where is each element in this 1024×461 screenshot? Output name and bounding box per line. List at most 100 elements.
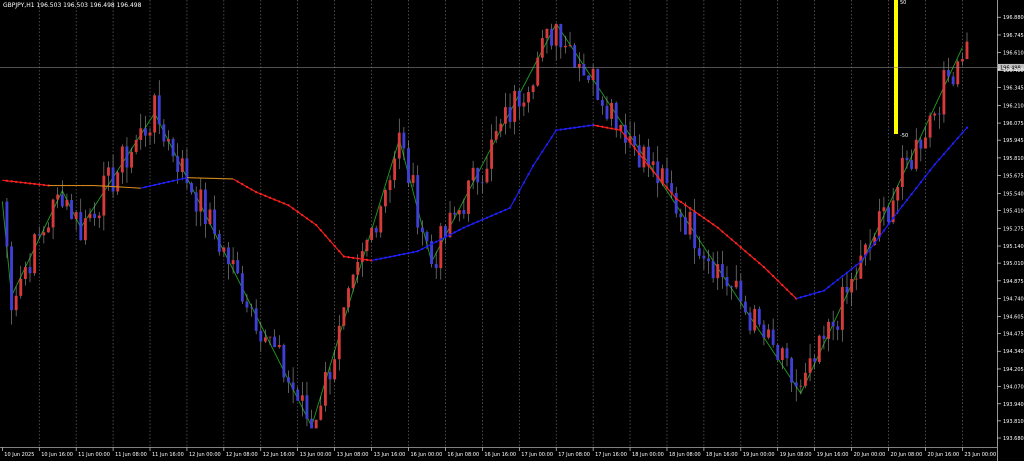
time-tick-label: 16 Jun 08:00	[447, 452, 479, 458]
candle-body	[905, 157, 909, 161]
candle-body	[203, 189, 207, 225]
candle-body	[185, 158, 189, 184]
candle-body	[448, 212, 452, 237]
candle-body	[633, 136, 637, 146]
candle-body	[10, 246, 13, 311]
candle-body	[748, 312, 752, 331]
time-tick-label: 17 Jun 00:00	[521, 452, 553, 458]
price-tick-label: 193.810	[1003, 419, 1024, 425]
candle-body	[697, 248, 701, 256]
candle-body	[356, 262, 360, 275]
candle-body	[854, 278, 858, 280]
candle-body	[457, 210, 461, 215]
candle-body	[850, 278, 854, 293]
indicator-top-label: 50	[900, 0, 906, 6]
time-tick-label: 12 Jun 08:00	[226, 452, 258, 458]
time-tick-label: 18 Jun 08:00	[669, 452, 701, 458]
time-tick-label: 10 Jun 2025	[4, 452, 34, 458]
candle-body	[619, 124, 623, 130]
price-tick-label: 195.540	[1003, 191, 1024, 197]
candle-body	[51, 199, 55, 228]
candle-body	[439, 226, 443, 269]
candle-body	[347, 288, 350, 308]
price-tick-label: 196.210	[1003, 103, 1024, 109]
price-chart[interactable]: 50-50 196.498 196.880196.745196.610196.4…	[0, 0, 1024, 461]
candle-body	[167, 139, 170, 142]
candle-body	[596, 68, 600, 100]
candle-body	[808, 358, 812, 373]
time-tick-label: 10 Jun 16:00	[41, 452, 73, 458]
candle-body	[125, 146, 129, 168]
candle-body	[227, 247, 230, 265]
candle-body	[37, 234, 41, 236]
candle-body	[651, 161, 655, 166]
candle-body	[702, 255, 706, 259]
candle-body	[93, 213, 97, 219]
candle-body	[268, 336, 272, 338]
candle-body	[900, 157, 904, 188]
chart-title: GBPJPY,H1 196.503 196.503 196.498 196.49…	[3, 2, 142, 9]
price-tick-label: 196.345	[1003, 86, 1024, 92]
candle-body	[310, 418, 313, 429]
candle-body	[965, 41, 969, 60]
price-tick-label: 194.605	[1003, 314, 1024, 320]
candle-body	[328, 371, 332, 380]
candle-body	[831, 321, 835, 327]
candle-body	[540, 38, 544, 58]
price-tick-label: 196.880	[1003, 15, 1024, 21]
candle-body	[28, 267, 32, 274]
candle-body	[545, 28, 549, 39]
candle-body	[887, 207, 890, 223]
candle-body	[527, 92, 530, 103]
price-tick-label: 193.680	[1003, 436, 1024, 442]
candle-body	[799, 385, 803, 387]
candle-body	[951, 76, 955, 85]
candle-body	[47, 227, 50, 233]
price-tick-label: 194.740	[1003, 297, 1024, 303]
candle-body	[928, 115, 932, 138]
candle-body	[374, 228, 378, 233]
candle-body	[674, 192, 678, 214]
candle-body	[942, 70, 946, 115]
candle-body	[711, 261, 715, 279]
candle-body	[517, 90, 521, 107]
price-tick-label: 195.410	[1003, 209, 1024, 215]
candle-body	[859, 255, 863, 279]
candle-body	[725, 276, 729, 287]
time-tick-label: 16 Jun 00:00	[410, 452, 442, 458]
candle-body	[693, 211, 697, 249]
candle-body	[250, 307, 253, 309]
candle-body	[744, 301, 747, 313]
candle-body	[217, 233, 221, 252]
time-tick-label: 12 Jun 00:00	[189, 452, 221, 458]
candle-body	[522, 102, 526, 107]
time-tick-label: 23 Jun 00:00	[964, 452, 996, 458]
candle-body	[827, 321, 830, 339]
candle-body	[624, 124, 627, 143]
candle-body	[707, 258, 710, 262]
candle-body	[610, 102, 614, 119]
candle-body	[208, 209, 212, 225]
price-tick-label: 195.010	[1003, 261, 1024, 267]
candle-body	[536, 57, 540, 86]
candle-body	[822, 335, 826, 339]
indicator-bar-rect	[894, 0, 898, 134]
candle-body	[56, 194, 60, 200]
candle-body	[480, 182, 484, 184]
candle-body	[434, 263, 438, 269]
candle-body	[494, 131, 498, 140]
candle-body	[591, 68, 595, 81]
candle-body	[531, 85, 535, 93]
time-tick-label: 18 Jun 00:00	[632, 452, 664, 458]
candle-body	[947, 70, 950, 77]
candle-body	[485, 168, 489, 183]
price-tick-label: 195.675	[1003, 174, 1024, 180]
price-tick-label: 195.140	[1003, 244, 1024, 250]
candle-body	[176, 156, 180, 172]
time-tick-label: 19 Jun 00:00	[743, 452, 775, 458]
candle-body	[730, 286, 734, 288]
candle-body	[273, 336, 277, 348]
time-tick-label: 17 Jun 16:00	[595, 452, 627, 458]
price-tick-label: 195.810	[1003, 156, 1024, 162]
candle-body	[282, 344, 286, 378]
